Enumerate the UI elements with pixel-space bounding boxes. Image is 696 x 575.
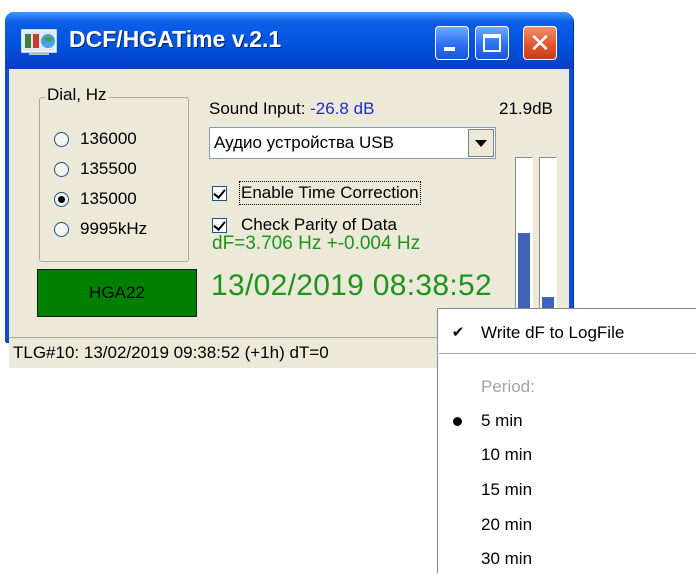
menu-item-label: 20 min	[481, 515, 533, 534]
sound-input-label: Sound Input: -26.8 dB	[209, 99, 374, 119]
radio-9995khz[interactable]	[54, 221, 69, 237]
df-readout: dF=3.706 Hz +-0.004 Hz	[212, 233, 421, 254]
peak-level: 21.9dB	[499, 99, 553, 118]
radio-label: 9995kHz	[80, 219, 148, 238]
menu-item-period-20[interactable]: 20 min	[438, 509, 696, 541]
check-icon: ✔	[451, 324, 465, 341]
menu-item-label: 15 min	[481, 480, 533, 499]
context-menu: ✔ Write dF to LogFile Period: 5 min 10 m…	[437, 308, 696, 573]
checkbox-checked-icon[interactable]	[212, 217, 227, 233]
menu-item-period-5[interactable]: 5 min	[438, 405, 696, 437]
dial-option-136000[interactable]: 136000	[54, 129, 137, 149]
level-meter-right	[539, 157, 557, 319]
dial-group-label: Dial, Hz	[45, 85, 109, 105]
radio-135000[interactable]	[54, 191, 69, 207]
close-button[interactable]: ✕	[523, 26, 557, 60]
app-window: DCF/HGATime v.2.1 ✕ Dial, Hz 136000 1355…	[5, 12, 573, 368]
enable-time-correction-checkbox[interactable]: Enable Time Correction	[212, 181, 421, 205]
menu-item-period-header: Period:	[438, 371, 696, 403]
dial-option-9995khz[interactable]: 9995kHz	[54, 219, 147, 239]
level-meter-fill	[518, 233, 530, 318]
menu-item-label: 30 min	[481, 549, 533, 568]
menu-item-label: Write dF to LogFile	[481, 323, 625, 342]
status-text: TLG#10: 13/02/2019 09:38:52 (+1h) dT=0	[13, 343, 329, 362]
dropdown-button[interactable]	[468, 129, 494, 157]
station-indicator: HGA22	[37, 269, 197, 317]
level-meter-left	[515, 157, 533, 319]
dial-option-135500[interactable]: 135500	[54, 159, 137, 179]
app-icon	[21, 29, 57, 55]
menu-separator	[439, 353, 696, 354]
menu-item-period-30[interactable]: 30 min	[438, 543, 696, 575]
chevron-down-icon	[475, 140, 487, 147]
client-area: Dial, Hz 136000 135500 135000 9995kHz HG…	[9, 69, 569, 337]
audio-device-select[interactable]: Аудио устройства USB	[209, 127, 496, 159]
checkbox-label: Enable Time Correction	[239, 181, 421, 205]
menu-item-write-df[interactable]: ✔ Write dF to LogFile	[438, 317, 696, 349]
menu-item-period-10[interactable]: 10 min	[438, 439, 696, 471]
maximize-button[interactable]	[475, 26, 509, 60]
menu-item-period-15[interactable]: 15 min	[438, 474, 696, 506]
radio-label: 135000	[80, 189, 137, 208]
menu-item-label: Period:	[481, 377, 535, 396]
close-icon: ✕	[529, 28, 551, 58]
radio-label: 136000	[80, 129, 137, 148]
checkbox-label: Check Parity of Data	[241, 215, 397, 234]
radio-label: 135500	[80, 159, 137, 178]
menu-item-label: 10 min	[481, 445, 533, 464]
radio-136000[interactable]	[54, 131, 69, 147]
minimize-icon	[444, 47, 455, 51]
datetime-readout: 13/02/2019 08:38:52	[211, 269, 492, 302]
dial-option-135000[interactable]: 135000	[54, 189, 137, 209]
check-parity-checkbox[interactable]: Check Parity of Data	[212, 215, 397, 235]
window-title: DCF/HGATime v.2.1	[69, 26, 282, 52]
menu-item-label: 5 min	[481, 411, 523, 430]
radio-bullet-icon	[453, 417, 462, 426]
sound-input-value: -26.8 dB	[310, 99, 375, 118]
title-bar[interactable]: DCF/HGATime v.2.1 ✕	[5, 12, 573, 69]
checkbox-checked-icon[interactable]	[212, 185, 227, 201]
sound-input-caption: Sound Input:	[209, 99, 311, 118]
radio-135500[interactable]	[54, 161, 69, 177]
minimize-button[interactable]	[435, 26, 469, 60]
audio-device-value: Аудио устройства USB	[214, 133, 394, 152]
maximize-icon	[483, 34, 501, 52]
